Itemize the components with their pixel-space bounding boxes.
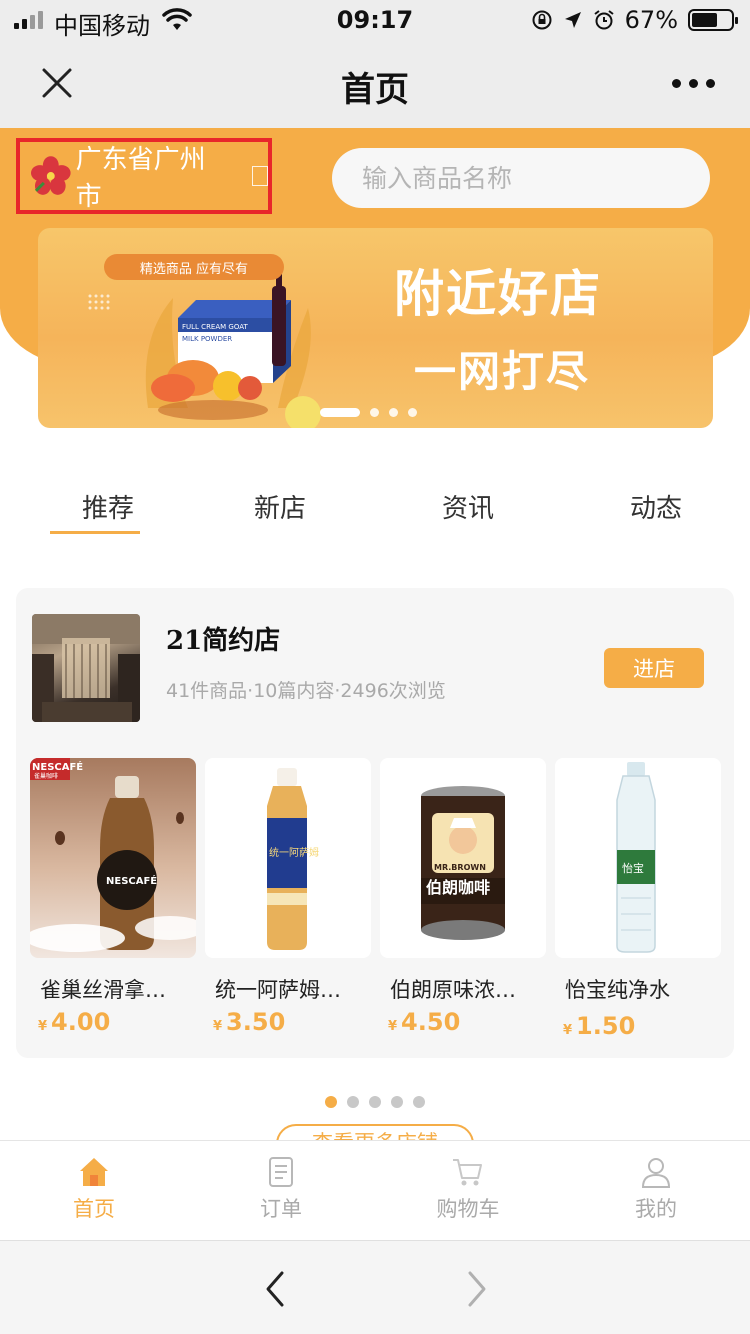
store-name[interactable]: 21简约店 <box>166 620 280 657</box>
back-arrow-icon[interactable] <box>258 1269 294 1309</box>
flower-icon <box>30 156 71 195</box>
currency-symbol: ¥ <box>563 1023 573 1038</box>
location-arrow-icon <box>564 12 581 28</box>
svg-text:NESCAFÉ: NESCAFÉ <box>106 874 157 887</box>
currency-symbol: ¥ <box>388 1019 398 1034</box>
carousel-dot <box>391 1096 403 1108</box>
location-selector[interactable]: 广东省广州市 <box>16 138 272 214</box>
product-brand-label: 统一阿萨姆 <box>269 846 319 859</box>
product-item[interactable]: 统一阿萨姆 统一阿萨姆… ¥3.50 <box>205 758 371 1038</box>
store-thumbnail <box>32 614 140 722</box>
rotation-lock-icon <box>532 10 552 30</box>
product-brand-label: MR.BROWN <box>434 863 486 872</box>
browser-toolbar <box>0 1240 750 1334</box>
product-item[interactable]: 伯朗咖啡 MR.BROWN 伯朗原味浓… ¥4.50 <box>380 758 546 1038</box>
currency-symbol: ¥ <box>38 1019 48 1034</box>
price-value: 4.00 <box>51 1008 111 1036</box>
banner-dot <box>320 408 360 417</box>
banner-dot <box>408 408 417 417</box>
promo-banner[interactable]: FULL CREAM GOAT MILK POWDER 精选商品 应有尽有 附近… <box>38 228 713 428</box>
product-item[interactable]: NESCAFÉ 雀巢咖啡 NESCAFÉ 雀巢丝滑拿… ¥4.00 <box>30 758 196 1038</box>
product-name: 伯朗原味浓… <box>390 978 516 1002</box>
banner-dot <box>389 408 398 417</box>
cart-icon <box>453 1159 482 1186</box>
product-list: NESCAFÉ 雀巢咖啡 NESCAFÉ 雀巢丝滑拿… ¥4.00 统一阿萨姆 … <box>30 758 721 1040</box>
tabbar-label: 我的 <box>635 1197 677 1221</box>
more-dots-icon[interactable] <box>672 70 716 96</box>
home-icon <box>80 1158 108 1186</box>
tab-activity[interactable]: 动态 <box>596 488 716 525</box>
product-image: 伯朗咖啡 MR.BROWN <box>380 758 546 958</box>
banner-dot <box>370 408 379 417</box>
box-label-1: FULL CREAM GOAT <box>182 323 248 331</box>
tabbar-item-home[interactable]: 首页 <box>34 1155 154 1223</box>
banner-headline-1: 附近好店 <box>394 265 602 323</box>
banner-headline-2: 一网打尽 <box>414 347 591 396</box>
product-price: ¥1.50 <box>563 1012 635 1040</box>
product-brand-cn-label: 伯朗咖啡 <box>426 878 490 897</box>
tabbar-item-profile[interactable]: 我的 <box>596 1155 716 1223</box>
user-icon <box>641 1158 671 1188</box>
box-label-2: MILK POWDER <box>182 335 232 343</box>
page-title: 首页 <box>341 70 409 110</box>
carousel-dot <box>325 1096 337 1108</box>
enter-store-button[interactable]: 进店 <box>604 648 704 688</box>
tab-new-stores[interactable]: 新店 <box>220 488 340 525</box>
store-stats: 41件商品·10篇内容·2496次浏览 <box>166 680 446 702</box>
tabbar-item-cart[interactable]: 购物车 <box>408 1155 528 1223</box>
carousel-dot <box>369 1096 381 1108</box>
battery-percent: 67% <box>624 6 678 34</box>
search-input[interactable] <box>332 148 710 208</box>
product-price: ¥4.50 <box>388 1008 460 1036</box>
tabbar-item-orders[interactable]: 订单 <box>221 1155 341 1223</box>
store-card[interactable]: 21简约店 41件商品·10篇内容·2496次浏览 进店 NESCAFÉ 雀巢咖… <box>16 588 734 1058</box>
currency-symbol: ¥ <box>213 1019 223 1034</box>
bottom-tab-bar: 首页 订单 购物车 我的 <box>0 1140 750 1240</box>
banner-pagination <box>320 408 417 417</box>
product-image: 统一阿萨姆 <box>205 758 371 958</box>
product-brand-label: NESCAFÉ <box>32 760 83 773</box>
location-dropdown-icon <box>252 166 268 186</box>
carousel-dot <box>347 1096 359 1108</box>
order-icon <box>269 1157 293 1187</box>
product-item[interactable]: 怡宝 怡宝纯净水 ¥1.50 <box>555 758 721 1040</box>
alarm-icon <box>594 10 614 30</box>
banner-ribbon: 精选商品 应有尽有 <box>104 254 284 280</box>
product-name: 雀巢丝滑拿… <box>40 978 166 1002</box>
product-image: 怡宝 <box>555 758 721 958</box>
forward-arrow-icon[interactable] <box>458 1269 494 1309</box>
product-brand-label: 怡宝 <box>622 861 644 875</box>
product-price: ¥3.50 <box>213 1008 285 1036</box>
carousel-dot <box>413 1096 425 1108</box>
battery-icon <box>688 9 738 31</box>
product-image: NESCAFÉ 雀巢咖啡 NESCAFÉ <box>30 758 196 958</box>
product-price: ¥4.00 <box>38 1008 110 1036</box>
tabbar-label: 首页 <box>73 1197 115 1221</box>
tabbar-label: 订单 <box>260 1197 302 1221</box>
tabbar-label: 购物车 <box>436 1197 500 1221</box>
status-bar: 中国移动 09:17 67% <box>0 0 750 40</box>
location-label: 广东省广州市 <box>75 145 206 212</box>
price-value: 3.50 <box>226 1008 286 1036</box>
tab-news[interactable]: 资讯 <box>408 488 528 525</box>
nav-bar: 首页 <box>0 40 750 128</box>
tab-recommend[interactable]: 推荐 <box>48 488 168 534</box>
store-carousel-pagination <box>0 1096 750 1108</box>
product-name: 统一阿萨姆… <box>215 978 341 1002</box>
category-tabs: 推荐 新店 资讯 动态 <box>0 488 750 538</box>
product-brand-cn-label: 雀巢咖啡 <box>34 772 58 780</box>
product-name: 怡宝纯净水 <box>565 978 670 1002</box>
price-value: 4.50 <box>401 1008 461 1036</box>
price-value: 1.50 <box>576 1012 636 1040</box>
